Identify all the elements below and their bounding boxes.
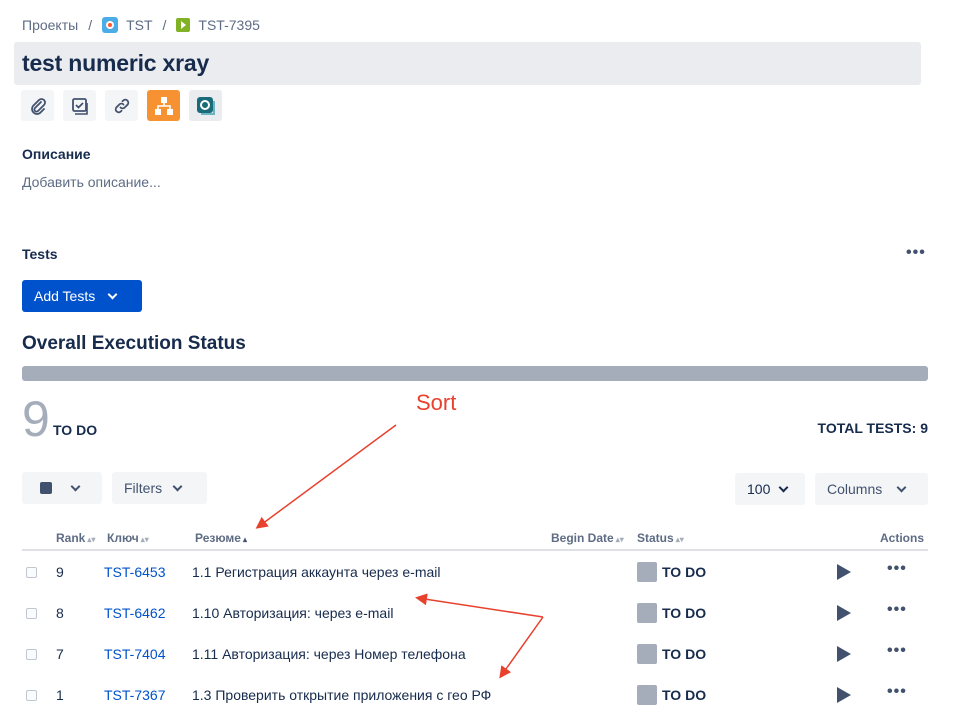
chevron-down-icon — [778, 482, 789, 492]
tests-more-menu-icon[interactable]: ••• — [906, 244, 926, 262]
row-rank: 8 — [56, 605, 64, 621]
row-key-link[interactable]: TST-6453 — [104, 564, 165, 580]
status-color-icon — [637, 603, 657, 623]
sort-icon: ▴▾ — [615, 535, 624, 544]
checklist-icon[interactable] — [63, 90, 96, 121]
execution-progress-bar — [22, 366, 928, 381]
row-rank: 7 — [56, 646, 64, 662]
column-header-label: Rank — [56, 531, 86, 545]
row-summary: 1.3 Проверить открытие приложения с гео … — [192, 687, 492, 703]
sort-ascending-icon: ▴ — [242, 535, 247, 544]
chevron-down-icon — [896, 482, 907, 492]
row-key-link[interactable]: TST-6462 — [104, 605, 165, 621]
column-header-begin-date[interactable]: Begin Date ▴▾ — [551, 531, 624, 545]
tests-section-label: Tests — [22, 246, 58, 262]
column-header-label: Резюме — [195, 531, 241, 545]
filters-button[interactable]: Filters — [112, 472, 207, 504]
tests-table: Rank ▴▾ Ключ ▴▾ Резюме ▴ Begin Date ▴▾ Statu… — [22, 526, 928, 715]
add-tests-button[interactable]: Add Tests — [22, 280, 142, 312]
row-checkbox[interactable] — [26, 690, 37, 701]
row-status: TO DO — [662, 646, 707, 662]
row-key-link[interactable]: TST-7367 — [104, 687, 165, 703]
execution-count: 9 — [22, 391, 50, 447]
row-summary: 1.11 Авторизация: через Номер телефона — [192, 646, 466, 662]
xray-app-icon[interactable] — [189, 90, 222, 121]
chevron-down-icon — [70, 481, 81, 491]
issue-title-field[interactable]: test numeric xray — [14, 42, 921, 85]
row-rank: 1 — [56, 687, 64, 703]
column-header-status[interactable]: Status ▴▾ — [637, 531, 684, 545]
breadcrumb-issue-label: TST-7395 — [198, 17, 260, 33]
attachment-icon[interactable] — [21, 90, 54, 121]
table-row: 8 TST-6462 1.10 Авторизация: через e-mai… — [22, 592, 928, 633]
breadcrumb-projects[interactable]: Проекты — [22, 17, 78, 33]
issue-title: test numeric xray — [22, 50, 210, 76]
annotation-arrow-to-summary — [255, 424, 397, 529]
table-row: 7 TST-7404 1.11 Авторизация: через Номер… — [22, 633, 928, 674]
table-row: 1 TST-7367 1.3 Проверить открытие прилож… — [22, 674, 928, 715]
test-issue-type-icon — [176, 18, 191, 32]
breadcrumb-separator: / — [162, 17, 167, 33]
description-label: Описание — [22, 146, 91, 162]
status-color-icon — [637, 685, 657, 705]
add-tests-label: Add Tests — [34, 288, 96, 304]
breadcrumb-separator: / — [88, 17, 93, 33]
overall-execution-title: Overall Execution Status — [22, 333, 246, 354]
table-header: Rank ▴▾ Ключ ▴▾ Резюме ▴ Begin Date ▴▾ Statu… — [22, 526, 928, 551]
table-row: 9 TST-6453 1.1 Регистрация аккаунта чере… — [22, 551, 928, 592]
row-status: TO DO — [662, 687, 707, 703]
column-header-label: Begin Date — [551, 531, 614, 545]
row-status: TO DO — [662, 605, 707, 621]
total-tests-label: TOTAL TESTS: 9 — [817, 420, 928, 436]
breadcrumb-project-label: TST — [126, 17, 153, 33]
issue-actions-toolbar — [21, 90, 222, 121]
column-header-summary[interactable]: Резюме ▴ — [195, 531, 247, 545]
execution-status-label: TO DO — [53, 422, 98, 438]
row-more-actions-icon[interactable]: ••• — [887, 601, 907, 619]
row-more-actions-icon[interactable]: ••• — [887, 560, 907, 578]
chevron-down-icon — [172, 481, 183, 491]
breadcrumb: Проекты / TST / TST-7395 — [22, 16, 260, 34]
row-checkbox[interactable] — [26, 649, 37, 660]
columns-label: Columns — [827, 481, 883, 497]
row-summary: 1.1 Регистрация аккаунта через e-mail — [192, 564, 441, 580]
run-test-play-icon[interactable] — [837, 646, 851, 662]
select-all-checkbox-icon — [40, 482, 52, 494]
column-header-label: Status — [637, 531, 674, 545]
sort-annotation-label: Sort — [416, 390, 457, 415]
sort-icon: ▴▾ — [140, 535, 149, 544]
column-header-label: Ключ — [107, 531, 139, 545]
breadcrumb-issue[interactable]: TST-7395 — [176, 17, 260, 33]
run-test-play-icon[interactable] — [837, 605, 851, 621]
column-header-key[interactable]: Ключ ▴▾ — [107, 531, 149, 545]
progress-todo-segment — [22, 366, 928, 381]
sort-icon: ▴▾ — [675, 535, 684, 544]
columns-button[interactable]: Columns — [815, 473, 928, 505]
filters-label: Filters — [124, 480, 163, 496]
link-icon[interactable] — [105, 90, 138, 121]
status-color-icon — [637, 562, 657, 582]
bulk-select-dropdown[interactable] — [22, 472, 102, 504]
status-color-icon — [637, 644, 657, 664]
row-more-actions-icon[interactable]: ••• — [887, 642, 907, 660]
row-checkbox[interactable] — [26, 567, 37, 578]
description-field[interactable]: Добавить описание... — [22, 174, 161, 190]
row-rank: 9 — [56, 564, 64, 580]
run-test-play-icon[interactable] — [837, 687, 851, 703]
column-header-actions: Actions — [880, 531, 925, 545]
row-summary: 1.10 Авторизация: через e-mail — [192, 605, 394, 621]
row-status: TO DO — [662, 564, 707, 580]
project-avatar-icon — [102, 17, 119, 33]
breadcrumb-project[interactable]: TST — [102, 17, 153, 33]
page-size-select[interactable]: 100 — [735, 473, 805, 505]
page-size-value: 100 — [747, 481, 771, 497]
run-test-play-icon[interactable] — [837, 564, 851, 580]
sort-icon: ▴▾ — [87, 535, 96, 544]
column-header-rank[interactable]: Rank ▴▾ — [56, 531, 95, 545]
chevron-down-icon — [107, 289, 118, 299]
row-more-actions-icon[interactable]: ••• — [887, 683, 907, 701]
row-key-link[interactable]: TST-7404 — [104, 646, 165, 662]
structure-app-icon[interactable] — [147, 90, 180, 121]
row-checkbox[interactable] — [26, 608, 37, 619]
